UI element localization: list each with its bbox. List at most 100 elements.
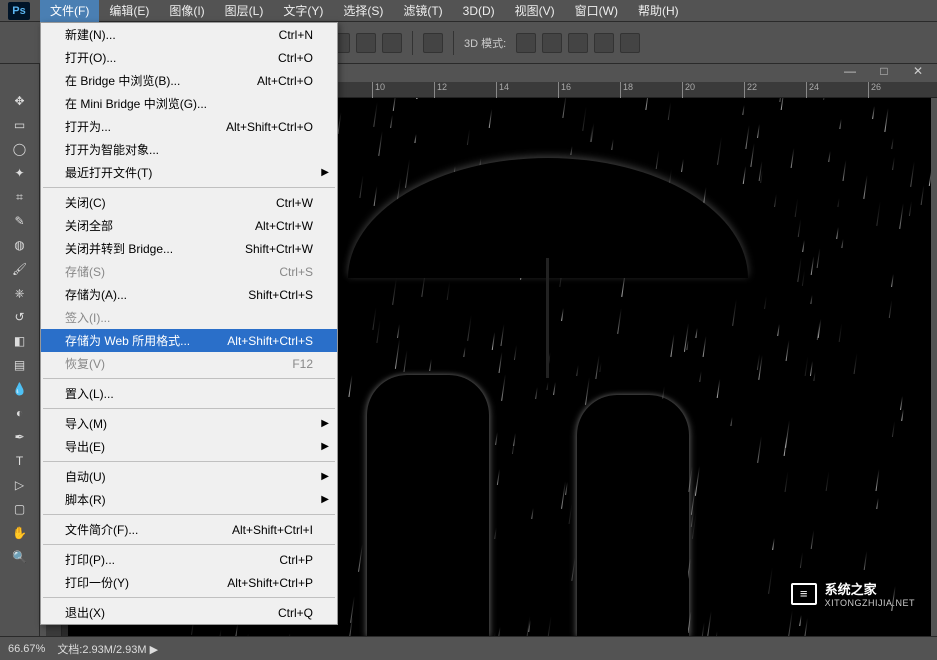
auto-align-icon[interactable] [423, 33, 443, 53]
menu-entry[interactable]: 关闭全部Alt+Ctrl+W [41, 214, 337, 237]
move-tool[interactable]: ✥ [8, 90, 32, 112]
menu-entry[interactable]: 退出(X) Ctrl+Q [41, 601, 337, 624]
lasso-tool[interactable]: ◯ [8, 138, 32, 160]
menu-entry[interactable]: 打开为... Alt+Shift+Ctrl+O [41, 115, 337, 138]
menu-item-6[interactable]: 滤镜(T) [393, 0, 452, 22]
menu-entry-label: 自动(U) [65, 468, 106, 485]
stamp-tool[interactable]: ⎈ [8, 282, 32, 304]
menu-entry[interactable]: 打开(O)...Ctrl+O [41, 46, 337, 69]
submenu-arrow-icon: ▶ [321, 471, 329, 482]
menu-entry-label: 打印一份(Y) [65, 574, 129, 591]
close-button[interactable]: ✕ [909, 64, 927, 78]
type-tool[interactable]: T [8, 450, 32, 472]
distribute-icon[interactable] [382, 33, 402, 53]
menu-item-8[interactable]: 视图(V) [505, 0, 565, 22]
gradient-tool[interactable]: ▤ [8, 354, 32, 376]
maximize-button[interactable]: □ [875, 64, 893, 78]
menu-entry[interactable]: 新建(N)...Ctrl+N [41, 23, 337, 46]
menu-entry[interactable]: 在 Bridge 中浏览(B)...Alt+Ctrl+O [41, 69, 337, 92]
menu-item-5[interactable]: 选择(S) [333, 0, 393, 22]
healing-brush-tool[interactable]: ◍ [8, 234, 32, 256]
menu-item-4[interactable]: 文字(Y) [273, 0, 333, 22]
menu-entry-shortcut: Alt+Shift+Ctrl+I [232, 523, 313, 537]
menu-entry-shortcut: Ctrl+N [279, 28, 313, 42]
menu-entry-shortcut: Alt+Shift+Ctrl+O [226, 120, 313, 134]
mode-3d-icon[interactable] [568, 33, 588, 53]
minimize-button[interactable]: — [841, 64, 859, 78]
menu-separator [43, 514, 335, 515]
separator [453, 31, 454, 55]
separator [412, 31, 413, 55]
menu-entry-label: 脚本(R) [65, 491, 106, 508]
menu-entry[interactable]: 自动(U) ▶ [41, 465, 337, 488]
menu-entry-shortcut: F12 [292, 357, 313, 371]
history-brush-tool[interactable]: ↺ [8, 306, 32, 328]
ruler-tick: 20 [682, 82, 695, 98]
magic-wand-tool[interactable]: ✦ [8, 162, 32, 184]
menu-item-10[interactable]: 帮助(H) [628, 0, 689, 22]
app-logo: Ps [8, 2, 30, 20]
doc-info[interactable]: 文档:2.93M/2.93M ▶ [57, 641, 158, 657]
eraser-tool[interactable]: ◧ [8, 330, 32, 352]
pen-tool[interactable]: ✒ [8, 426, 32, 448]
mode-3d-icon[interactable] [516, 33, 536, 53]
zoom-level[interactable]: 66.67% [8, 643, 45, 655]
menu-entry[interactable]: 关闭并转到 Bridge...Shift+Ctrl+W [41, 237, 337, 260]
file-menu-dropdown: 新建(N)...Ctrl+N打开(O)...Ctrl+O在 Bridge 中浏览… [40, 22, 338, 625]
watermark-logo-icon: ≡ [791, 583, 817, 605]
menu-item-0[interactable]: 文件(F) [40, 0, 99, 22]
path-selection-tool[interactable]: ▷ [8, 474, 32, 496]
hand-tool[interactable]: ✋ [8, 522, 32, 544]
menu-entry-shortcut: Ctrl+S [279, 265, 313, 279]
distribute-icon[interactable] [356, 33, 376, 53]
menu-item-1[interactable]: 编辑(E) [99, 0, 159, 22]
menu-item-3[interactable]: 图层(L) [215, 0, 274, 22]
menu-entry[interactable]: 打开为智能对象... [41, 138, 337, 161]
menu-entry[interactable]: 文件简介(F)...Alt+Shift+Ctrl+I [41, 518, 337, 541]
mode-3d-icon[interactable] [620, 33, 640, 53]
menu-entry[interactable]: 在 Mini Bridge 中浏览(G)... [41, 92, 337, 115]
marquee-tool[interactable]: ▭ [8, 114, 32, 136]
brush-tool[interactable]: 🖌 [8, 258, 32, 280]
mode-3d-icon[interactable] [594, 33, 614, 53]
submenu-arrow-icon: ▶ [321, 418, 329, 429]
menu-entry[interactable]: 打印一份(Y)Alt+Shift+Ctrl+P [41, 571, 337, 594]
menu-entry-label: 关闭并转到 Bridge... [65, 240, 173, 257]
menu-entry-label: 打开为... [65, 118, 111, 135]
silhouette-right [578, 396, 688, 636]
menu-entry: 签入(I)... [41, 306, 337, 329]
menu-item-2[interactable]: 图像(I) [159, 0, 214, 22]
shape-tool[interactable]: ▢ [8, 498, 32, 520]
menubar: 文件(F)编辑(E)图像(I)图层(L)文字(Y)选择(S)滤镜(T)3D(D)… [0, 0, 937, 22]
ruler-tick: 14 [496, 82, 509, 98]
crop-tool[interactable]: ⌗ [8, 186, 32, 208]
menu-entry[interactable]: 存储为(A)...Shift+Ctrl+S [41, 283, 337, 306]
blur-tool[interactable]: 💧 [8, 378, 32, 400]
menu-entry-label: 导入(M) [65, 415, 107, 432]
menu-entry-label: 关闭全部 [65, 217, 113, 234]
menu-entry-shortcut: Ctrl+W [276, 196, 313, 210]
menu-separator [43, 408, 335, 409]
menu-entry[interactable]: 导出(E)▶ [41, 435, 337, 458]
menu-entry-label: 关闭(C) [65, 194, 106, 211]
zoom-tool[interactable]: 🔍 [8, 546, 32, 568]
menu-item-9[interactable]: 窗口(W) [565, 0, 628, 22]
menu-entry[interactable]: 关闭(C) Ctrl+W [41, 191, 337, 214]
menu-entry-label: 退出(X) [65, 604, 105, 621]
umbrella-graphic [348, 158, 748, 298]
menu-separator [43, 187, 335, 188]
menu-entry[interactable]: 导入(M) ▶ [41, 412, 337, 435]
watermark: ≡ 系统之家 XITONGZHIJIA.NET [791, 579, 915, 608]
menu-entry[interactable]: 最近打开文件(T)▶ [41, 161, 337, 184]
submenu-arrow-icon: ▶ [321, 167, 329, 178]
dodge-tool[interactable]: ◐ [8, 402, 32, 424]
menu-item-7[interactable]: 3D(D) [453, 1, 505, 21]
menu-entry-label: 签入(I)... [65, 309, 110, 326]
menu-entry-shortcut: Ctrl+Q [278, 606, 313, 620]
menu-entry[interactable]: 存储为 Web 所用格式...Alt+Shift+Ctrl+S [41, 329, 337, 352]
menu-entry[interactable]: 脚本(R)▶ [41, 488, 337, 511]
menu-entry[interactable]: 置入(L)... [41, 382, 337, 405]
eyedropper-tool[interactable]: ✎ [8, 210, 32, 232]
menu-entry[interactable]: 打印(P)...Ctrl+P [41, 548, 337, 571]
mode-3d-icon[interactable] [542, 33, 562, 53]
